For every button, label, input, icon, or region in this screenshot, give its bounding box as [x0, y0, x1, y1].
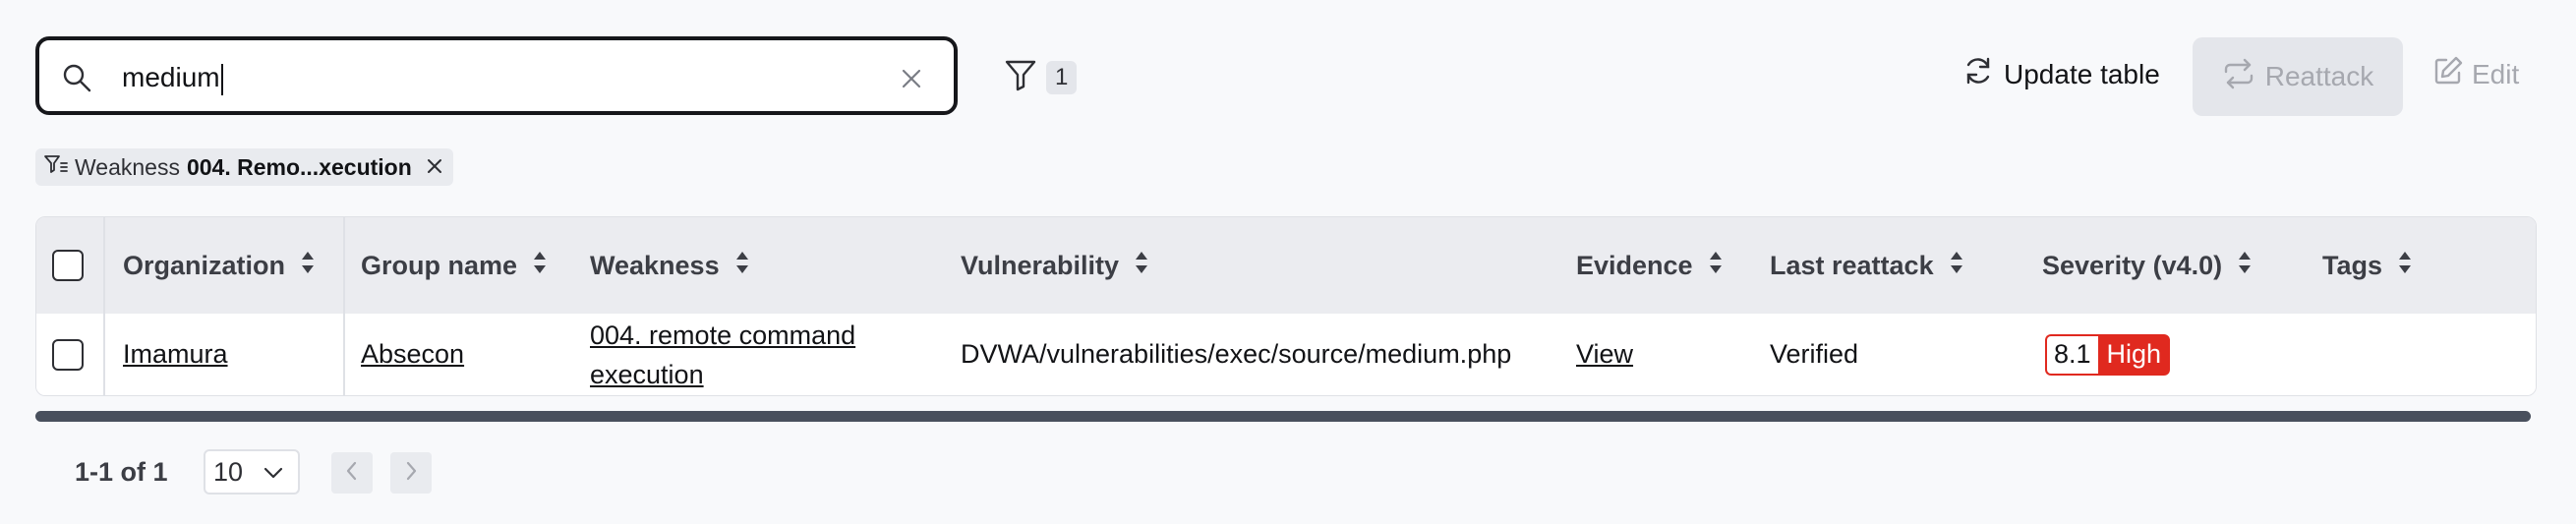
active-filter-label: Weakness: [75, 153, 180, 180]
column-header-group-name[interactable]: Group name: [361, 217, 547, 314]
reattack-label: Reattack: [2264, 61, 2374, 91]
column-label: Tags: [2322, 250, 2383, 280]
group-name-link[interactable]: Absecon: [361, 339, 464, 370]
column-label: Evidence: [1576, 250, 1693, 280]
reattack-icon: [2222, 58, 2265, 96]
severity-badge: 8.1 High: [2045, 333, 2171, 376]
sort-icon[interactable]: [1135, 250, 1148, 282]
column-header-organization[interactable]: Organization: [123, 217, 315, 314]
column-label: Weakness: [590, 250, 720, 280]
previous-page-button[interactable]: [331, 452, 373, 494]
vulnerability-path: DVWA/vulnerabilities/exec/source/medium.…: [961, 339, 1512, 369]
search-icon: [61, 62, 92, 98]
last-reattack-status: Verified: [1770, 339, 1859, 369]
filter-icon: [1003, 57, 1038, 97]
checkbox-box[interactable]: [52, 338, 84, 371]
column-label: Severity (v4.0): [2042, 250, 2223, 280]
column-label: Last reattack: [1770, 250, 1934, 280]
next-page-button[interactable]: [390, 452, 432, 494]
evidence-link[interactable]: View: [1576, 339, 1633, 370]
organization-link[interactable]: Imamura: [123, 339, 228, 370]
refresh-icon: [1962, 55, 2004, 93]
column-header-tags[interactable]: Tags: [2322, 217, 2412, 314]
sort-icon[interactable]: [1709, 250, 1723, 282]
column-divider: [343, 217, 345, 395]
severity-score: 8.1: [2045, 333, 2098, 376]
sort-icon[interactable]: [735, 250, 749, 282]
filter-list-icon: [43, 153, 69, 181]
column-label: Organization: [123, 250, 286, 280]
search-input[interactable]: medium: [35, 36, 958, 115]
search-value: medium: [122, 60, 223, 95]
column-header-weakness[interactable]: Weakness: [590, 217, 749, 314]
filters-button[interactable]: 1: [1003, 57, 1078, 97]
edit-icon: [2432, 55, 2472, 93]
edit-label: Edit: [2472, 58, 2520, 89]
edit-button[interactable]: Edit: [2432, 55, 2519, 93]
pagination-info: 1-1 of 1: [75, 457, 168, 487]
sort-icon[interactable]: [2398, 250, 2412, 282]
weakness-link[interactable]: 004. remote command: [590, 316, 855, 355]
column-header-last-reattack[interactable]: Last reattack: [1770, 217, 1963, 314]
chevron-right-icon: [404, 460, 418, 487]
table-header: Organization Group name Weakness Vulnera…: [36, 217, 2536, 314]
close-icon[interactable]: [426, 154, 443, 181]
checkbox-box[interactable]: [52, 250, 84, 281]
select-all-checkbox[interactable]: [52, 217, 84, 314]
update-table-label: Update table: [2004, 58, 2160, 89]
filter-count-badge: 1: [1046, 60, 1078, 94]
row-checkbox[interactable]: [52, 314, 84, 395]
horizontal-scrollbar[interactable]: [35, 411, 2531, 422]
update-table-button[interactable]: Update table: [1962, 55, 2160, 93]
active-filter-value: 004. Remo...xecution: [186, 153, 412, 180]
column-header-vulnerability[interactable]: Vulnerability: [961, 217, 1148, 314]
sort-icon[interactable]: [533, 250, 547, 282]
chevron-left-icon: [345, 460, 359, 487]
column-label: Vulnerability: [961, 250, 1120, 280]
page-size-select[interactable]: 10: [204, 449, 300, 495]
table-row[interactable]: Imamura Absecon 004. remote command exec…: [36, 314, 2536, 395]
clear-icon[interactable]: [899, 66, 924, 96]
active-filter-chip: Weakness 004. Remo...xecution: [35, 148, 453, 186]
sort-icon[interactable]: [1950, 250, 1963, 282]
column-label: Group name: [361, 250, 518, 280]
page-size-value: 10: [213, 456, 244, 487]
sort-icon[interactable]: [301, 250, 315, 282]
reattack-button[interactable]: Reattack: [2193, 37, 2403, 116]
vulnerabilities-table: Organization Group name Weakness Vulnera…: [35, 216, 2537, 396]
column-header-severity[interactable]: Severity (v4.0): [2042, 217, 2252, 314]
severity-label: High: [2097, 333, 2171, 376]
weakness-link-cont[interactable]: execution: [590, 355, 704, 394]
column-divider: [103, 217, 105, 395]
sort-icon[interactable]: [2238, 250, 2252, 282]
column-header-evidence[interactable]: Evidence: [1576, 217, 1723, 314]
